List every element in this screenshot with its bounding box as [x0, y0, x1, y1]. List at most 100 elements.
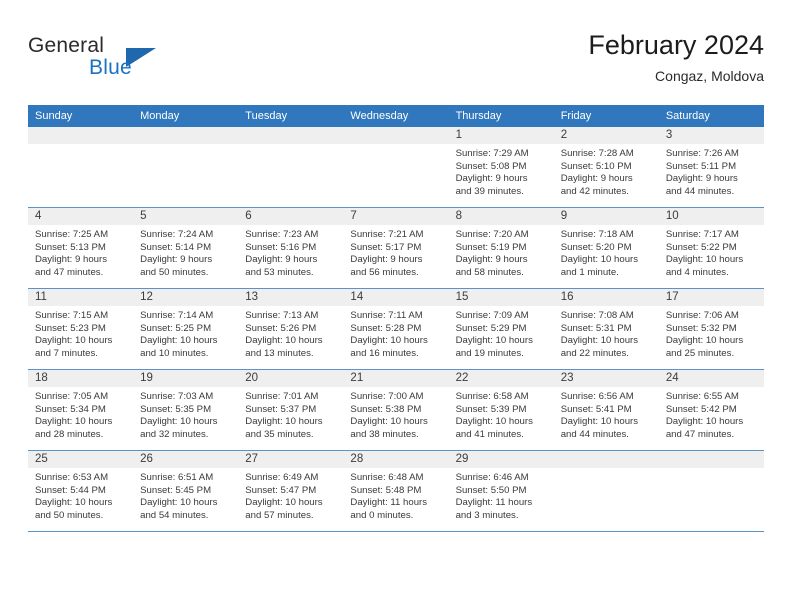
day-details: Sunrise: 7:09 AM Sunset: 5:29 PM Daylight:… [449, 306, 554, 360]
day-number: 17 [658, 289, 764, 306]
day-detail-line: Sunrise: 6:53 AM [35, 472, 109, 483]
calendar-day-cell[interactable]: 29 Sunrise: 6:46 AM Sunset: 5:50 PM Dayligh… [448, 450, 554, 532]
calendar-week-row: 11 Sunrise: 7:15 AM Sunset: 5:23 PM Dayligh… [28, 288, 764, 370]
day-details: Sunrise: 7:20 AM Sunset: 5:19 PM Daylight:… [449, 225, 554, 279]
day-detail-line: and 16 minutes. [350, 347, 419, 359]
day-details: Sunrise: 7:26 AM Sunset: 5:11 PM Daylight:… [659, 144, 764, 198]
calendar-day-cell[interactable]: 18 Sunrise: 7:05 AM Sunset: 5:34 PM Dayligh… [28, 369, 134, 451]
day-cell-content: 6 Sunrise: 7:23 AM Sunset: 5:16 PM Daylight… [238, 208, 344, 288]
day-detail-line: and 44 minutes. [560, 428, 629, 440]
calendar-day-cell[interactable]: 9 Sunrise: 7:18 AM Sunset: 5:20 PM Daylight… [553, 207, 659, 289]
calendar-day-cell[interactable]: 23 Sunrise: 6:56 AM Sunset: 5:41 PM Dayligh… [553, 369, 659, 451]
calendar-day-cell[interactable]: 4 Sunrise: 7:25 AM Sunset: 5:13 PM Daylight… [28, 207, 134, 289]
calendar-day-cell[interactable]: 26 Sunrise: 6:51 AM Sunset: 5:45 PM Dayligh… [133, 450, 239, 532]
day-details: Sunrise: 7:08 AM Sunset: 5:31 PM Daylight:… [554, 306, 659, 360]
calendar-day-cell[interactable]: 19 Sunrise: 7:03 AM Sunset: 5:35 PM Dayligh… [133, 369, 239, 451]
day-number: 22 [448, 370, 554, 387]
day-number: 29 [448, 451, 554, 468]
calendar-day-cell[interactable]: 10 Sunrise: 7:17 AM Sunset: 5:22 PM Dayligh… [658, 207, 764, 289]
day-detail-line: Daylight: 10 hours [140, 497, 218, 509]
day-cell-content [658, 451, 764, 531]
day-detail-line: and 58 minutes. [455, 266, 524, 278]
day-detail-line: Sunrise: 6:49 AM [245, 472, 319, 483]
day-cell-content: 12 Sunrise: 7:14 AM Sunset: 5:25 PM Dayligh… [133, 289, 239, 369]
day-cell-content: 16 Sunrise: 7:08 AM Sunset: 5:31 PM Dayligh… [553, 289, 659, 369]
day-number [238, 127, 344, 144]
day-detail-line: Sunrise: 7:13 AM [245, 310, 319, 321]
day-details [238, 144, 343, 148]
weekday-header-saturday: Saturday [658, 105, 764, 127]
calendar-day-cell[interactable]: 14 Sunrise: 7:11 AM Sunset: 5:28 PM Dayligh… [343, 288, 449, 370]
day-detail-line: Sunset: 5:42 PM [665, 403, 737, 415]
day-detail-line: Daylight: 9 hours [455, 173, 528, 185]
calendar-day-cell[interactable]: 22 Sunrise: 6:58 AM Sunset: 5:39 PM Dayligh… [448, 369, 554, 451]
day-details: Sunrise: 6:58 AM Sunset: 5:39 PM Daylight:… [449, 387, 554, 441]
day-detail-line: Daylight: 11 hours [350, 497, 428, 509]
calendar-day-cell[interactable]: 25 Sunrise: 6:53 AM Sunset: 5:44 PM Dayligh… [28, 450, 134, 532]
calendar-day-cell[interactable]: 17 Sunrise: 7:06 AM Sunset: 5:32 PM Dayligh… [658, 288, 764, 370]
day-detail-line: Sunset: 5:22 PM [665, 241, 737, 253]
day-detail-line: Daylight: 10 hours [665, 335, 744, 347]
day-detail-line: Daylight: 10 hours [35, 497, 113, 509]
calendar-day-cell[interactable]: 7 Sunrise: 7:21 AM Sunset: 5:17 PM Daylight… [343, 207, 449, 289]
day-detail-line: Daylight: 10 hours [455, 335, 533, 347]
calendar-day-cell[interactable]: 6 Sunrise: 7:23 AM Sunset: 5:16 PM Daylight… [238, 207, 344, 289]
day-detail-line: Daylight: 10 hours [350, 416, 428, 428]
calendar-day-cell[interactable]: 16 Sunrise: 7:08 AM Sunset: 5:31 PM Dayligh… [553, 288, 659, 370]
calendar-day-cell-empty [133, 127, 239, 208]
calendar-header-row: Sunday Monday Tuesday Wednesday Thursday… [28, 105, 764, 127]
calendar-day-cell[interactable]: 20 Sunrise: 7:01 AM Sunset: 5:37 PM Dayligh… [238, 369, 344, 451]
day-details: Sunrise: 6:51 AM Sunset: 5:45 PM Daylight:… [133, 468, 238, 522]
day-number: 25 [28, 451, 134, 468]
day-cell-content: 11 Sunrise: 7:15 AM Sunset: 5:23 PM Dayligh… [28, 289, 134, 369]
day-detail-line: and 13 minutes. [245, 347, 314, 359]
day-detail-line: Sunset: 5:37 PM [245, 403, 317, 415]
day-detail-line: and 35 minutes. [245, 428, 314, 440]
day-detail-line: Sunrise: 6:48 AM [350, 472, 424, 483]
day-detail-line: Daylight: 10 hours [35, 416, 113, 428]
calendar-day-cell[interactable]: 12 Sunrise: 7:14 AM Sunset: 5:25 PM Dayligh… [133, 288, 239, 370]
weekday-header-friday: Friday [553, 105, 659, 127]
calendar-day-cell[interactable]: 3 Sunrise: 7:26 AM Sunset: 5:11 PM Daylight… [658, 127, 764, 208]
day-detail-line: Sunset: 5:19 PM [455, 241, 527, 253]
day-detail-line: and 53 minutes. [245, 266, 314, 278]
day-detail-line: and 0 minutes. [350, 509, 414, 521]
day-detail-line: Sunset: 5:17 PM [350, 241, 422, 253]
day-cell-content: 18 Sunrise: 7:05 AM Sunset: 5:34 PM Dayligh… [28, 370, 134, 450]
brand-logo[interactable]: General Blue [28, 34, 248, 90]
calendar-day-cell[interactable]: 24 Sunrise: 6:55 AM Sunset: 5:42 PM Dayligh… [658, 369, 764, 451]
day-detail-line: Sunset: 5:39 PM [455, 403, 527, 415]
calendar-day-cell[interactable]: 8 Sunrise: 7:20 AM Sunset: 5:19 PM Daylight… [448, 207, 554, 289]
day-detail-line: and 10 minutes. [140, 347, 209, 359]
calendar-day-cell[interactable]: 2 Sunrise: 7:28 AM Sunset: 5:10 PM Daylight… [553, 127, 659, 208]
day-detail-line: and 19 minutes. [455, 347, 524, 359]
day-detail-line: and 3 minutes. [455, 509, 519, 521]
day-detail-line: Sunrise: 7:05 AM [35, 391, 109, 402]
day-detail-line: Sunrise: 7:17 AM [665, 229, 739, 240]
calendar-day-cell[interactable]: 28 Sunrise: 6:48 AM Sunset: 5:48 PM Dayligh… [343, 450, 449, 532]
day-detail-line: Sunset: 5:47 PM [245, 484, 317, 496]
day-detail-line: Sunrise: 7:25 AM [35, 229, 109, 240]
day-number: 16 [553, 289, 659, 306]
day-detail-line: Daylight: 9 hours [560, 173, 633, 185]
day-detail-line: Sunrise: 7:21 AM [350, 229, 424, 240]
day-detail-line: Daylight: 11 hours [455, 497, 533, 509]
calendar-day-cell[interactable]: 27 Sunrise: 6:49 AM Sunset: 5:47 PM Dayligh… [238, 450, 344, 532]
calendar-day-cell[interactable]: 1 Sunrise: 7:29 AM Sunset: 5:08 PM Daylight… [448, 127, 554, 208]
day-cell-content: 15 Sunrise: 7:09 AM Sunset: 5:29 PM Dayligh… [448, 289, 554, 369]
calendar-day-cell[interactable]: 5 Sunrise: 7:24 AM Sunset: 5:14 PM Daylight… [133, 207, 239, 289]
day-detail-line: and 50 minutes. [35, 509, 104, 521]
day-cell-content: 21 Sunrise: 7:00 AM Sunset: 5:38 PM Dayligh… [343, 370, 449, 450]
day-details: Sunrise: 7:13 AM Sunset: 5:26 PM Daylight:… [238, 306, 343, 360]
calendar-day-cell-empty [343, 127, 449, 208]
day-detail-line: Sunrise: 7:09 AM [455, 310, 529, 321]
day-detail-line: Daylight: 10 hours [665, 416, 744, 428]
day-number: 8 [448, 208, 554, 225]
calendar-day-cell[interactable]: 21 Sunrise: 7:00 AM Sunset: 5:38 PM Dayligh… [343, 369, 449, 451]
calendar-day-cell[interactable]: 13 Sunrise: 7:13 AM Sunset: 5:26 PM Dayligh… [238, 288, 344, 370]
day-detail-line: Daylight: 10 hours [140, 335, 218, 347]
calendar-day-cell[interactable]: 11 Sunrise: 7:15 AM Sunset: 5:23 PM Dayligh… [28, 288, 134, 370]
day-cell-content: 3 Sunrise: 7:26 AM Sunset: 5:11 PM Daylight… [658, 127, 764, 207]
day-cell-content: 25 Sunrise: 6:53 AM Sunset: 5:44 PM Dayligh… [28, 451, 134, 531]
calendar-day-cell[interactable]: 15 Sunrise: 7:09 AM Sunset: 5:29 PM Dayligh… [448, 288, 554, 370]
